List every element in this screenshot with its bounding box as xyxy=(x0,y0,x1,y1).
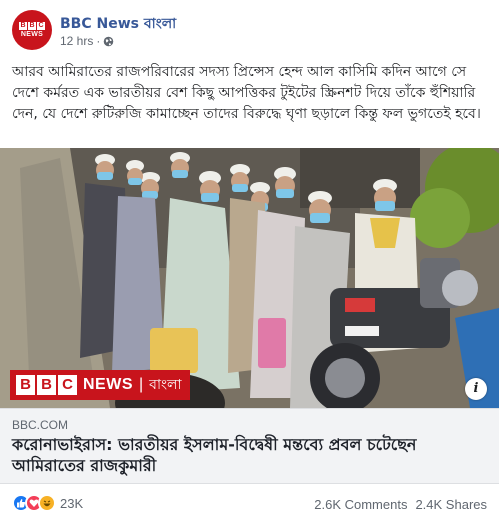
info-icon[interactable]: i xyxy=(465,378,487,400)
link-domain: BBC.COM xyxy=(12,418,69,432)
photo-scene xyxy=(0,148,499,408)
logo-letter: C xyxy=(58,375,77,395)
globe-icon[interactable] xyxy=(103,36,114,47)
page-name-link[interactable]: BBC News বাংলা xyxy=(60,12,176,36)
haha-icon xyxy=(38,494,56,512)
post-photo[interactable]: B B C NEWS | বাংলা i xyxy=(0,148,499,408)
post-meta: 12 hrs · xyxy=(60,34,114,48)
post-timestamp[interactable]: 12 hrs xyxy=(60,34,93,48)
reaction-count: 23K xyxy=(60,495,84,511)
logo-letter: B xyxy=(16,375,35,395)
post-header: B B C NEWS BBC News বাংলা 12 hrs · xyxy=(12,10,487,56)
link-title[interactable]: করোনাভাইরাস: ভারতীয়র ইসলাম-বিদ্বেষী মন্… xyxy=(12,434,490,476)
logo-letter: B xyxy=(37,375,56,395)
logo-language-text: বাংলা xyxy=(149,377,182,393)
post-body-text: আরব আমিরাতের রাজপরিবারের সদস্য প্রিন্সেস… xyxy=(12,64,481,122)
logo-separator: | xyxy=(139,376,144,393)
engagement-stats: 2.6K Comments 2.4K Shares xyxy=(314,497,487,512)
shares-count-link[interactable]: 2.4K Shares xyxy=(415,497,487,512)
comments-count-link[interactable]: 2.6K Comments xyxy=(314,497,407,512)
link-preview[interactable]: BBC.COM করোনাভাইরাস: ভারতীয়র ইসলাম-বিদ্… xyxy=(0,408,499,484)
page-avatar[interactable]: B B C NEWS xyxy=(12,10,52,50)
avatar-letter: B xyxy=(19,22,27,30)
meta-separator: · xyxy=(96,34,101,48)
bbc-news-bangla-logo: B B C NEWS | বাংলা xyxy=(10,370,190,400)
avatar-letter: C xyxy=(37,22,45,30)
logo-news-text: NEWS xyxy=(83,376,133,393)
avatar-bbc-blocks: B B C xyxy=(19,22,45,30)
avatar-news-label: NEWS xyxy=(20,31,44,38)
reaction-summary[interactable]: 23K xyxy=(12,494,83,512)
logo-bbc-blocks: B B C xyxy=(16,375,77,395)
post-footer: 23K 2.6K Comments 2.4K Shares xyxy=(0,484,499,520)
facebook-post: B B C NEWS BBC News বাংলা 12 hrs · আরব আ… xyxy=(0,0,499,520)
avatar-letter: B xyxy=(28,22,36,30)
